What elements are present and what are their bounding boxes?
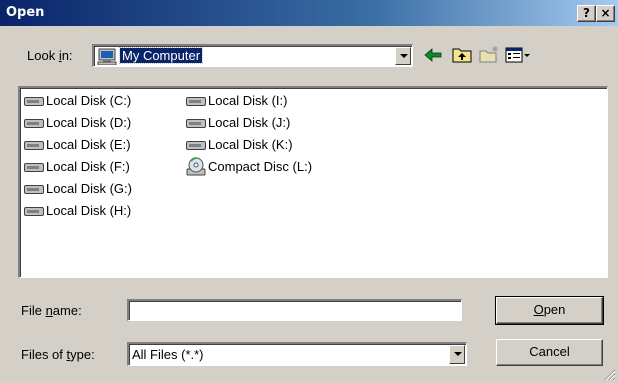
look-in-dropdown-arrow[interactable] — [395, 47, 411, 65]
open-button-label: pen — [543, 302, 566, 317]
my-computer-icon — [97, 48, 117, 65]
file-type-value: All Files (*.*) — [132, 347, 204, 362]
cd-drive-icon — [186, 157, 206, 176]
file-name-input[interactable] — [127, 299, 462, 321]
window-title: Open — [6, 5, 45, 20]
list-item-label: Local Disk (C:) — [46, 93, 132, 108]
up-folder-icon[interactable] — [451, 44, 473, 64]
look-in-combo[interactable]: My Computer — [92, 44, 413, 67]
view-menu-icon[interactable] — [504, 45, 532, 65]
back-arrow-icon[interactable] — [422, 45, 444, 65]
file-type-label: Files of type: — [21, 347, 95, 362]
look-in-label: Look in: — [27, 48, 73, 63]
list-item-label: Local Disk (G:) — [46, 181, 132, 196]
list-item-label: Local Disk (E:) — [46, 137, 131, 152]
drive-icon — [24, 163, 44, 172]
resize-grip-icon[interactable] — [604, 369, 616, 381]
list-item-label: Local Disk (F:) — [46, 159, 130, 174]
list-item-label: Local Disk (J:) — [208, 115, 291, 130]
list-item-label: Compact Disc (L:) — [208, 159, 313, 174]
file-type-combo[interactable]: All Files (*.*) — [127, 342, 467, 366]
drive-icon — [24, 185, 44, 194]
drive-icon — [24, 141, 44, 150]
file-name-label-pre: File — [21, 303, 46, 318]
list-item-label: Local Disk (K:) — [208, 137, 293, 152]
file-name-label: File name: — [21, 303, 82, 318]
file-type-label-pre: Files of — [21, 347, 67, 362]
look-in-label-post: n: — [61, 48, 73, 63]
drive-icon — [186, 119, 206, 128]
file-list[interactable]: Local Disk (C:) Local Disk (D:) Local Di… — [18, 86, 608, 278]
drive-icon — [24, 97, 44, 106]
file-type-dropdown-arrow[interactable] — [449, 345, 465, 364]
drive-icon — [24, 207, 44, 216]
help-button[interactable]: ? — [577, 5, 596, 22]
list-item-label: Local Disk (I:) — [208, 93, 288, 108]
new-folder-icon[interactable] — [478, 44, 500, 64]
look-in-label-pre: Look — [27, 48, 59, 63]
file-name-label-post: ame: — [52, 303, 82, 318]
list-item-label: Local Disk (D:) — [46, 115, 132, 130]
cancel-button[interactable]: Cancel — [496, 339, 603, 366]
file-type-label-post: ype: — [70, 347, 95, 362]
close-button[interactable]: × — [596, 5, 615, 22]
list-item-label: Local Disk (H:) — [46, 203, 132, 218]
drive-icon — [186, 97, 206, 106]
title-bar: Open ? × — [0, 0, 618, 26]
file-name-label-key: n — [45, 303, 53, 318]
look-in-value: My Computer — [118, 47, 204, 64]
open-button[interactable]: Open — [495, 296, 604, 325]
open-button-key: O — [533, 302, 544, 317]
drive-icon — [186, 141, 206, 150]
drive-icon — [24, 119, 44, 128]
